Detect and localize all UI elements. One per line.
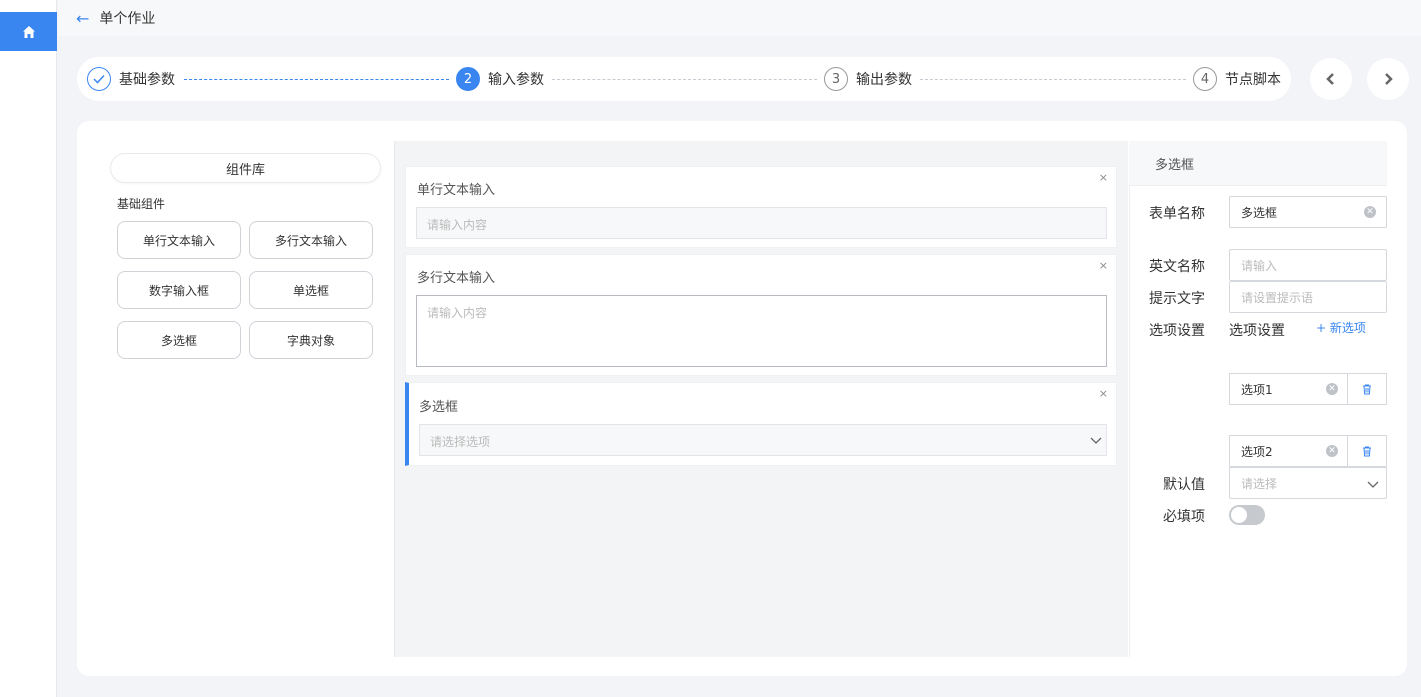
top-bar: ← 单个作业: [58, 0, 1421, 36]
properties-header: 多选框: [1129, 141, 1387, 186]
default-value-label: 默认值: [1163, 477, 1205, 493]
component-multi-line-input[interactable]: 多行文本输入: [249, 221, 373, 259]
delete-option-button[interactable]: [1347, 373, 1387, 405]
option-value: 选项1: [1241, 382, 1273, 397]
component-library-title: 组件库: [110, 153, 381, 183]
check-icon: [87, 67, 111, 91]
close-icon[interactable]: ×: [1099, 387, 1108, 400]
field-preview-textarea: 请输入内容: [416, 295, 1107, 367]
sidebar: [0, 0, 57, 697]
step-input-params[interactable]: 2 输入参数: [456, 67, 550, 91]
required-toggle[interactable]: [1229, 505, 1265, 525]
form-name-value: 多选框: [1241, 205, 1278, 220]
en-name-label: 英文名称: [1149, 259, 1205, 275]
hint-text-input[interactable]: 请设置提示语: [1229, 281, 1387, 313]
options-setting-sublabel: 选项设置: [1229, 323, 1285, 339]
add-option-button[interactable]: + 新选项: [1316, 319, 1366, 336]
step-label: 基础参数: [119, 69, 181, 89]
canvas-field-single-line[interactable]: 单行文本输入 × 请输入内容: [405, 166, 1117, 248]
back-arrow-icon[interactable]: ←: [76, 9, 89, 28]
step-number: 3: [824, 67, 848, 91]
chevron-right-icon: [1385, 73, 1393, 85]
page-title: 单个作业: [99, 11, 156, 27]
home-button[interactable]: [0, 12, 57, 51]
canvas-field-checkbox[interactable]: 多选框 × 请选择选项: [405, 382, 1117, 466]
component-number-input[interactable]: 数字输入框: [117, 271, 241, 309]
step-label: 输出参数: [856, 69, 918, 89]
step-number: 4: [1193, 67, 1217, 91]
option-input[interactable]: 选项1 ✕: [1229, 373, 1348, 405]
field-label: 单行文本输入: [417, 183, 496, 198]
hint-text-label: 提示文字: [1149, 291, 1205, 307]
default-value-select[interactable]: 请选择: [1229, 467, 1387, 499]
component-radio[interactable]: 单选框: [249, 271, 373, 309]
en-name-input[interactable]: 请输入: [1229, 249, 1387, 281]
form-name-input[interactable]: 多选框 ✕: [1229, 196, 1387, 228]
component-dictionary[interactable]: 字典对象: [249, 321, 373, 359]
step-node-script[interactable]: 4 节点脚本: [1193, 67, 1281, 91]
field-label: 多选框: [419, 400, 459, 415]
component-group-title: 基础组件: [117, 197, 166, 211]
chevron-down-icon: [1090, 437, 1102, 444]
prev-step-button[interactable]: [1310, 58, 1352, 100]
next-step-button[interactable]: [1367, 58, 1409, 100]
step-label: 节点脚本: [1225, 72, 1281, 88]
steps-bar: 基础参数 2 输入参数 3 输出参数 4 节点脚本: [77, 57, 1291, 101]
field-preview-select: 请选择选项: [419, 424, 1107, 456]
required-label: 必填项: [1163, 509, 1205, 525]
option-value: 选项2: [1241, 444, 1273, 459]
clear-icon[interactable]: ✕: [1364, 206, 1376, 218]
step-connector: [552, 79, 817, 80]
form-name-label: 表单名称: [1149, 206, 1205, 222]
step-connector: [920, 79, 1186, 80]
step-label: 输入参数: [488, 69, 550, 89]
options-setting-label: 选项设置: [1149, 323, 1205, 339]
delete-option-button[interactable]: [1347, 435, 1387, 467]
trash-icon: [1363, 446, 1371, 456]
component-checkbox[interactable]: 多选框: [117, 321, 241, 359]
canvas-field-multi-line[interactable]: 多行文本输入 × 请输入内容: [405, 254, 1117, 376]
clear-icon[interactable]: ✕: [1326, 445, 1338, 457]
chevron-left-icon: [1326, 73, 1334, 85]
option-input[interactable]: 选项2 ✕: [1229, 435, 1348, 467]
field-label: 多行文本输入: [417, 271, 496, 286]
step-output-params[interactable]: 3 输出参数: [824, 67, 918, 91]
chevron-down-icon: [1367, 481, 1379, 488]
trash-icon: [1363, 384, 1371, 394]
step-basic-params[interactable]: 基础参数: [87, 67, 181, 91]
close-icon[interactable]: ×: [1099, 171, 1108, 184]
step-connector: [184, 79, 449, 80]
step-number: 2: [456, 67, 480, 91]
component-single-line-input[interactable]: 单行文本输入: [117, 221, 241, 259]
clear-icon[interactable]: ✕: [1326, 383, 1338, 395]
field-preview-input: 请输入内容: [416, 207, 1107, 239]
default-value-placeholder: 请选择: [1241, 476, 1278, 491]
close-icon[interactable]: ×: [1099, 259, 1108, 272]
home-icon: [22, 25, 35, 38]
